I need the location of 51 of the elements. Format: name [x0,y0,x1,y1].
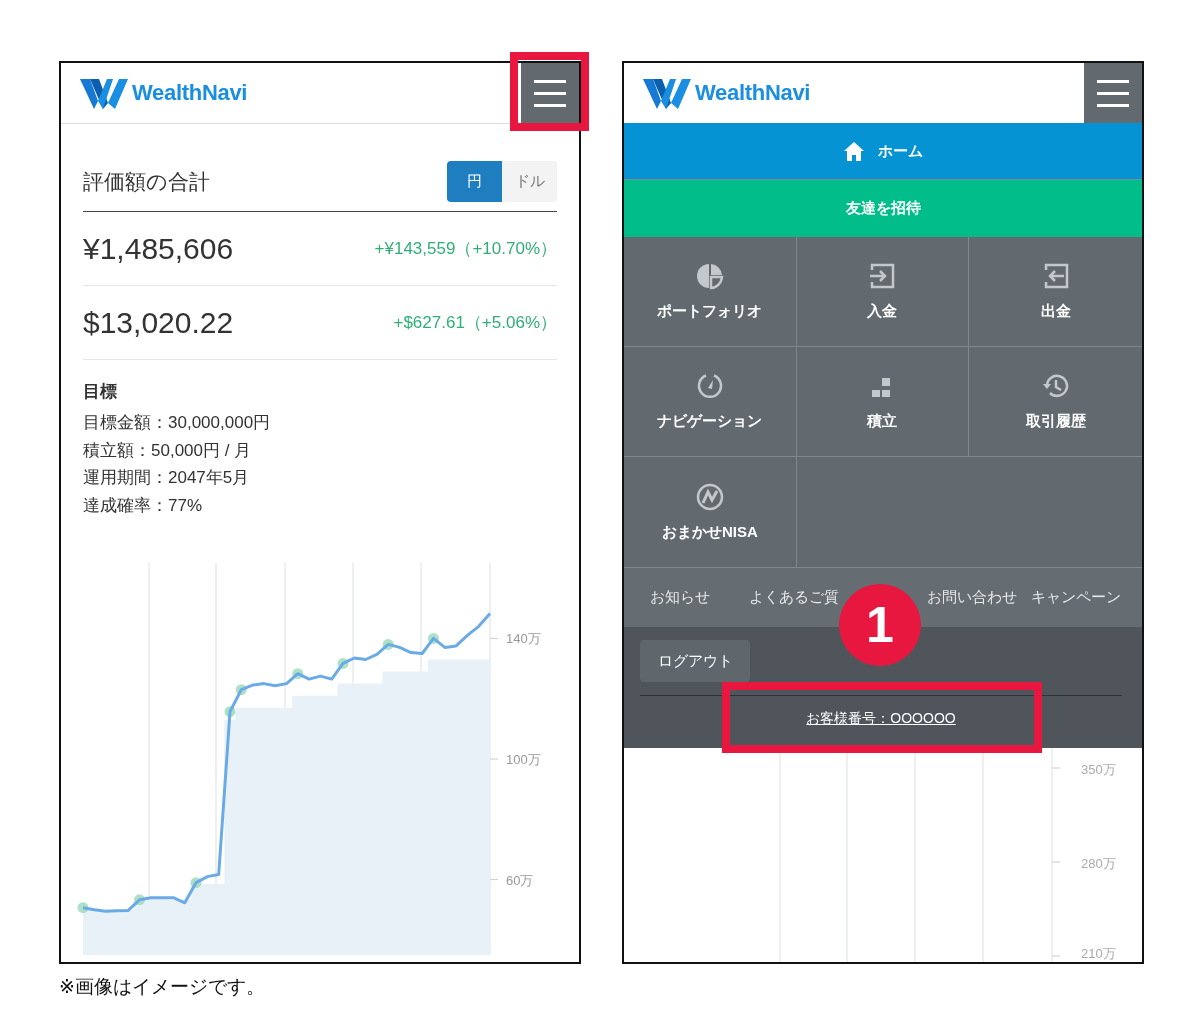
menu-tile[interactable]: 積立 [796,347,970,457]
axis-label: 100万 [506,752,541,767]
deposit-marker [382,638,394,650]
home-icon [843,141,864,161]
logo-icon [80,77,128,109]
deposit-marker [134,894,146,906]
customer-number-link[interactable]: お客様番号：OOOOOO [806,710,956,728]
deposit-marker [224,706,236,718]
total-amount: $13,020.22 [83,305,234,340]
logo-text: WealthNavi [695,80,811,106]
axis-label: 280万 [1081,856,1116,871]
menu-link[interactable]: お知らせ [650,588,710,607]
home-menu-item[interactable]: ホーム [624,123,1142,180]
pie-chart-icon [695,262,724,290]
deposit-icon [868,262,897,290]
deposit-marker [235,684,247,696]
history-icon [1041,372,1070,400]
menu-button[interactable] [521,63,579,123]
axis-label: 60万 [506,872,534,888]
menu-link[interactable]: よくあるご質 [749,588,839,607]
currency-toggle[interactable]: 円 [447,161,502,202]
change-text: +$627.61（+5.06%） [393,312,557,334]
currency-toggle[interactable]: ドル [502,161,557,202]
change-text: +¥143,559（+10.70%） [374,238,557,260]
total-amount: ¥1,485,606 [83,231,234,266]
menu-link[interactable]: キャンペーン [1031,588,1121,607]
deposit-marker [337,657,349,669]
logo-icon [643,77,691,109]
logo-text: WealthNavi [132,80,248,106]
deposit-marker [77,902,89,914]
deposit-marker [190,877,202,889]
goal-detail: 運用期間：2047年5月 [83,467,251,489]
goal-detail: 目標金額：30,000,000円 [83,412,272,434]
nisa-logo-icon [695,482,724,511]
menu-button[interactable] [1084,63,1142,123]
menu-tile[interactable]: ポートフォリオ [624,237,797,347]
menu-tile[interactable]: ナビゲーション [624,347,797,457]
menu-tile[interactable]: 入金 [796,237,970,347]
deposit-marker [292,668,304,680]
axis-label: 350万 [1081,762,1116,777]
goal-heading: 目標 [83,381,118,403]
goal-detail: 積立額：50,000円 / 月 [83,439,253,462]
axis-label: 140万 [506,631,541,647]
goal-detail: 達成確率：77% [83,494,204,517]
gauge-icon [695,372,724,400]
deposit-marker [427,632,439,644]
caption: ※画像はイメージです。 [59,975,266,999]
logout-button[interactable]: ログアウト [640,640,750,682]
menu-link[interactable]: お問い合わせ [927,588,1017,607]
axis-label: 210万 [1081,946,1116,961]
section-title: 評価額の合計 [83,168,210,195]
